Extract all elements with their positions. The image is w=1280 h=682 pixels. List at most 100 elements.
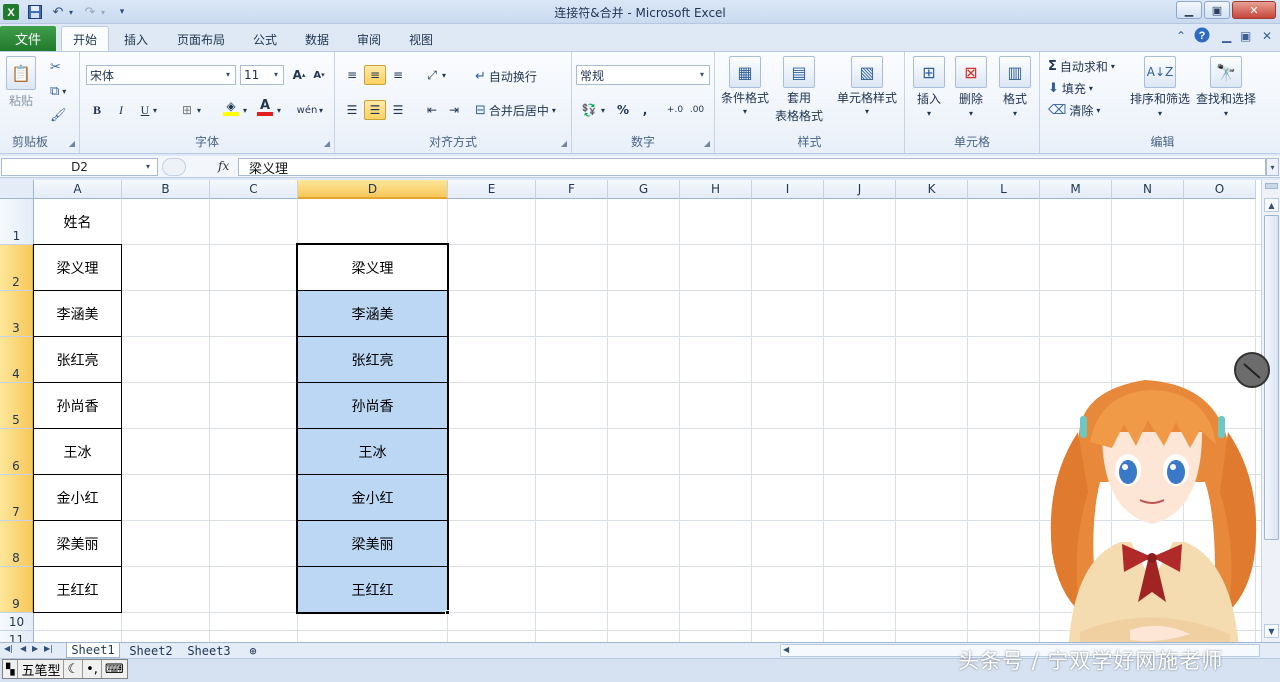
- row-header-11[interactable]: 11: [0, 631, 34, 642]
- cell-a7[interactable]: 金小红: [33, 474, 122, 521]
- align-center-icon[interactable]: ☰: [364, 100, 386, 120]
- row-header-1[interactable]: 1: [0, 199, 34, 245]
- tab-view[interactable]: 视图: [400, 28, 442, 51]
- column-header-g[interactable]: G: [608, 180, 680, 199]
- fill-handle[interactable]: [445, 610, 450, 615]
- column-header-c[interactable]: C: [210, 180, 298, 199]
- row-header-9[interactable]: 9: [0, 567, 34, 613]
- format-as-table-button[interactable]: ▤ 套用 表格格式: [775, 56, 823, 124]
- column-header-e[interactable]: E: [448, 180, 536, 199]
- column-header-h[interactable]: H: [680, 180, 752, 199]
- cell-d8[interactable]: 梁美丽: [297, 520, 448, 567]
- prev-sheet-icon[interactable]: ◀: [20, 644, 26, 653]
- fill-color-icon[interactable]: ◈: [220, 98, 242, 118]
- select-all-corner[interactable]: [0, 180, 34, 199]
- column-header-n[interactable]: N: [1112, 180, 1184, 199]
- first-sheet-icon[interactable]: ◀|: [4, 644, 13, 653]
- cell-styles-button[interactable]: ▧ 单元格样式 ▾: [837, 56, 897, 116]
- ime-punctuation-icon[interactable]: •,: [83, 660, 102, 678]
- cell-d7[interactable]: 金小红: [297, 474, 448, 521]
- fill-button[interactable]: ⬇ 填充 ▾: [1048, 80, 1093, 97]
- minimize-button[interactable]: ▁: [1176, 1, 1202, 19]
- conditional-format-button[interactable]: ▦ 条件格式 ▾: [721, 56, 769, 116]
- number-format-dropdown-icon[interactable]: ▾: [700, 70, 704, 79]
- maximize-button[interactable]: ▣: [1204, 1, 1230, 19]
- cell-a6[interactable]: 王冰: [33, 428, 122, 475]
- row-header-6[interactable]: 6: [0, 429, 34, 475]
- autosum-button[interactable]: Σ 自动求和 ▾: [1048, 58, 1115, 75]
- insert-sheet-icon[interactable]: ⊕: [242, 643, 264, 658]
- column-header-l[interactable]: L: [968, 180, 1040, 199]
- next-sheet-icon[interactable]: ▶: [32, 644, 38, 653]
- row-header-8[interactable]: 8: [0, 521, 34, 567]
- cell-d5[interactable]: 孙尚香: [297, 382, 448, 429]
- align-top-icon[interactable]: ≡: [341, 65, 363, 85]
- font-name-dropdown-icon[interactable]: ▾: [226, 70, 230, 79]
- bold-icon[interactable]: B: [86, 100, 108, 120]
- format-painter-button[interactable]: 🖌: [50, 108, 67, 123]
- sheet-tab-sheet1[interactable]: Sheet1: [66, 643, 120, 658]
- workbook-restore-icon[interactable]: ▣: [1240, 29, 1251, 43]
- borders-dropdown-icon[interactable]: ▾: [194, 100, 204, 120]
- cell-a1[interactable]: 姓名: [33, 198, 122, 245]
- column-header-i[interactable]: I: [752, 180, 824, 199]
- find-select-button[interactable]: 🔭 查找和选择 ▾: [1196, 56, 1256, 118]
- fill-color-dropdown-icon[interactable]: ▾: [240, 100, 250, 120]
- cell-d9[interactable]: 王红红: [297, 566, 448, 613]
- column-header-m[interactable]: M: [1040, 180, 1112, 199]
- row-header-3[interactable]: 3: [0, 291, 34, 337]
- column-header-o[interactable]: O: [1184, 180, 1256, 199]
- insert-cells-button[interactable]: ⊞ 插入 ▾: [913, 56, 945, 118]
- wrap-text-button[interactable]: ↵ 自动换行: [475, 68, 537, 85]
- font-launcher-icon[interactable]: ◢: [324, 139, 330, 148]
- increase-decimal-icon[interactable]: +.0: [664, 100, 686, 120]
- cell-a3[interactable]: 李涵美: [33, 290, 122, 337]
- tab-page-layout[interactable]: 页面布局: [168, 28, 234, 51]
- font-color-icon[interactable]: A: [254, 98, 276, 118]
- tab-home[interactable]: 开始: [61, 26, 109, 52]
- sheet-tab-sheet2[interactable]: Sheet2: [124, 643, 178, 658]
- font-size-dropdown-icon[interactable]: ▾: [274, 70, 278, 79]
- currency-icon[interactable]: 💱: [578, 100, 600, 120]
- name-box[interactable]: D2: [1, 158, 158, 176]
- tab-file[interactable]: 文件: [0, 26, 56, 51]
- workbook-minimize-icon[interactable]: ▁: [1222, 29, 1231, 43]
- cell-d6[interactable]: 王冰: [297, 428, 448, 475]
- cell-a8[interactable]: 梁美丽: [33, 520, 122, 567]
- italic-icon[interactable]: I: [110, 100, 132, 120]
- align-right-icon[interactable]: ☰: [387, 100, 409, 120]
- workbook-close-icon[interactable]: ✕: [1262, 29, 1272, 43]
- cell-a5[interactable]: 孙尚香: [33, 382, 122, 429]
- ime-logo-icon[interactable]: ▚: [3, 660, 19, 678]
- scroll-left-icon[interactable]: ◀: [783, 645, 789, 654]
- font-color-dropdown-icon[interactable]: ▾: [274, 100, 284, 120]
- row-header-2[interactable]: 2: [0, 245, 34, 291]
- row-header-5[interactable]: 5: [0, 383, 34, 429]
- clipboard-launcher-icon[interactable]: ◢: [69, 139, 75, 148]
- ime-toolbar[interactable]: ▚ 五笔型 ☾ •, ⌨: [2, 659, 128, 679]
- clear-button[interactable]: ⌫ 清除 ▾: [1048, 102, 1100, 119]
- percent-icon[interactable]: %: [612, 100, 634, 120]
- cell-d2[interactable]: 梁义理: [297, 244, 448, 291]
- expand-formula-bar-icon[interactable]: ▾: [1266, 158, 1279, 176]
- number-launcher-icon[interactable]: ◢: [704, 139, 710, 148]
- ime-mode-label[interactable]: 五笔型: [18, 660, 65, 679]
- comma-icon[interactable]: ,: [634, 100, 656, 120]
- underline-dropdown-icon[interactable]: ▾: [150, 100, 160, 120]
- column-header-j[interactable]: J: [824, 180, 896, 199]
- cell-a4[interactable]: 张红亮: [33, 336, 122, 383]
- split-box[interactable]: [1265, 183, 1278, 189]
- scroll-down-icon[interactable]: ▼: [1264, 624, 1279, 638]
- merge-center-button[interactable]: ⊟ 合并后居中 ▾: [475, 102, 556, 119]
- column-header-d[interactable]: D: [298, 180, 448, 199]
- decrease-indent-icon[interactable]: ⇤: [421, 100, 443, 120]
- increase-indent-icon[interactable]: ⇥: [443, 100, 465, 120]
- tab-insert[interactable]: 插入: [114, 28, 158, 51]
- ime-keyboard-icon[interactable]: ⌨: [102, 660, 127, 678]
- last-sheet-icon[interactable]: ▶|: [44, 644, 53, 653]
- row-header-4[interactable]: 4: [0, 337, 34, 383]
- cut-button[interactable]: ✂: [50, 60, 61, 75]
- sheet-tab-sheet3[interactable]: Sheet3: [182, 643, 236, 658]
- column-header-f[interactable]: F: [536, 180, 608, 199]
- phonetic-icon[interactable]: wén: [296, 100, 318, 120]
